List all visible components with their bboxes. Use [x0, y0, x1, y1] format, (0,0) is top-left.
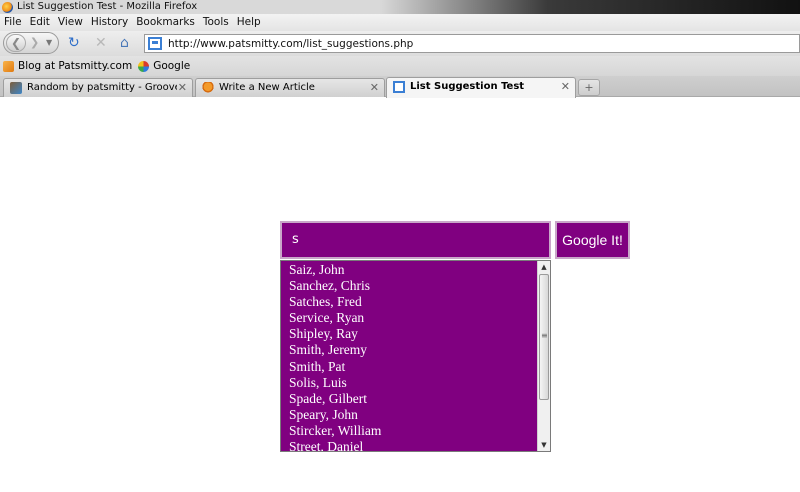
google-it-button[interactable]: Google It! — [555, 221, 630, 259]
list-item[interactable]: Saiz, John — [281, 262, 538, 278]
list-item[interactable]: Sanchez, Chris — [281, 278, 538, 294]
menu-edit[interactable]: Edit — [26, 14, 54, 31]
grooveshark-icon — [10, 82, 22, 94]
window-title: List Suggestion Test - Mozilla Firefox — [17, 1, 198, 12]
list-item[interactable]: Shipley, Ray — [281, 326, 538, 342]
site-favicon-icon — [393, 81, 405, 93]
close-icon[interactable]: ✕ — [178, 81, 187, 94]
close-icon[interactable]: ✕ — [561, 80, 570, 93]
menu-help[interactable]: Help — [233, 14, 265, 31]
menu-bookmarks[interactable]: Bookmarks — [132, 14, 199, 31]
address-bar[interactable]: http://www.patsmitty.com/list_suggestion… — [144, 34, 800, 53]
search-input[interactable]: s — [280, 221, 551, 259]
forward-button[interactable]: ❯ — [30, 36, 39, 49]
article-icon — [202, 82, 214, 94]
list-item[interactable]: Smith, Pat — [281, 359, 538, 375]
list-item[interactable]: Satches, Fred — [281, 294, 538, 310]
menu-view[interactable]: View — [54, 14, 87, 31]
bookmark-blog[interactable]: Blog at Patsmitty.com — [3, 60, 132, 72]
back-forward-group: ❮ ❯ ▼ — [3, 32, 59, 54]
bookmarks-toolbar: Blog at Patsmitty.com Google — [0, 56, 800, 76]
tab-list-suggestion[interactable]: List Suggestion Test ✕ — [386, 77, 576, 98]
list-item[interactable]: Service, Ryan — [281, 310, 538, 326]
tab-label: Random by patsmitty - Grooveshar... — [27, 82, 177, 93]
close-icon[interactable]: ✕ — [370, 81, 379, 94]
scrollbar-thumb[interactable] — [539, 274, 549, 400]
back-button[interactable]: ❮ — [6, 34, 26, 52]
list-item[interactable]: Spade, Gilbert — [281, 391, 538, 407]
suggestion-items: Saiz, John Sanchez, Chris Satches, Fred … — [281, 262, 538, 451]
tab-grooveshark[interactable]: Random by patsmitty - Grooveshar... ✕ — [3, 78, 193, 97]
list-item[interactable]: Smith, Jeremy — [281, 342, 538, 358]
scroll-down-icon[interactable]: ▼ — [538, 439, 550, 451]
list-item[interactable]: Street, Daniel — [281, 439, 538, 451]
menu-history[interactable]: History — [87, 14, 132, 31]
bookmark-google[interactable]: Google — [138, 60, 190, 72]
menu-tools[interactable]: Tools — [199, 14, 233, 31]
window-titlebar: List Suggestion Test - Mozilla Firefox — [0, 0, 800, 14]
menu-file[interactable]: File — [0, 14, 26, 31]
titlebar-background — [380, 0, 800, 14]
google-icon — [138, 60, 150, 72]
menu-bar: File Edit View History Bookmarks Tools H… — [0, 14, 800, 31]
navigation-toolbar: ❮ ❯ ▼ ↻ ✕ ⌂ http://www.patsmitty.com/lis… — [0, 31, 800, 56]
list-item[interactable]: Speary, John — [281, 407, 538, 423]
list-item[interactable]: Solis, Luis — [281, 375, 538, 391]
bookmark-label: Blog at Patsmitty.com — [18, 60, 133, 72]
history-dropdown-icon[interactable]: ▼ — [46, 38, 52, 47]
firefox-icon — [2, 1, 13, 13]
reload-icon[interactable]: ↻ — [68, 36, 80, 50]
list-scrollbar[interactable]: ▲ ▼ — [537, 261, 550, 451]
tab-label: Write a New Article — [219, 82, 315, 93]
home-icon[interactable]: ⌂ — [120, 36, 129, 50]
address-url[interactable]: http://www.patsmitty.com/list_suggestion… — [168, 38, 413, 50]
site-favicon-icon — [148, 37, 162, 50]
suggestion-list[interactable]: Saiz, John Sanchez, Chris Satches, Fred … — [280, 260, 551, 452]
scroll-up-icon[interactable]: ▲ — [538, 261, 550, 273]
new-tab-button[interactable]: + — [578, 79, 600, 96]
list-item[interactable]: Stircker, William — [281, 423, 538, 439]
tab-write-article[interactable]: Write a New Article ✕ — [195, 78, 385, 97]
tab-label: List Suggestion Test — [410, 81, 525, 92]
rss-icon — [3, 60, 14, 72]
stop-icon[interactable]: ✕ — [95, 36, 107, 50]
bookmark-label: Google — [153, 60, 191, 72]
tab-strip: Random by patsmitty - Grooveshar... ✕ Wr… — [0, 76, 800, 98]
